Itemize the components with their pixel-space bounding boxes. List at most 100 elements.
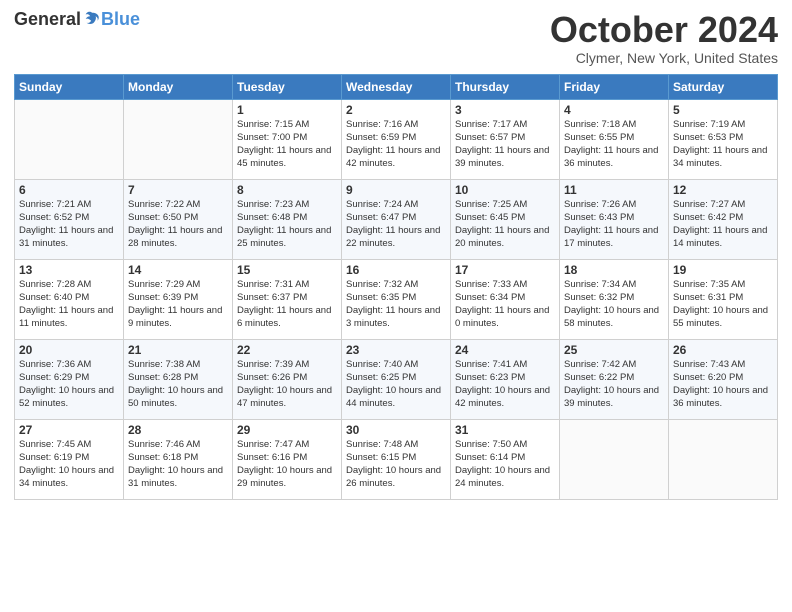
week-row-3: 13Sunrise: 7:28 AM Sunset: 6:40 PM Dayli… <box>15 259 778 339</box>
table-cell: 24Sunrise: 7:41 AM Sunset: 6:23 PM Dayli… <box>451 339 560 419</box>
day-number: 31 <box>455 423 555 437</box>
day-number: 14 <box>128 263 228 277</box>
day-info: Sunrise: 7:45 AM Sunset: 6:19 PM Dayligh… <box>19 438 119 491</box>
day-info: Sunrise: 7:26 AM Sunset: 6:43 PM Dayligh… <box>564 198 664 251</box>
logo: General Blue <box>14 10 140 28</box>
table-cell <box>124 99 233 179</box>
day-info: Sunrise: 7:36 AM Sunset: 6:29 PM Dayligh… <box>19 358 119 411</box>
day-info: Sunrise: 7:33 AM Sunset: 6:34 PM Dayligh… <box>455 278 555 331</box>
day-info: Sunrise: 7:47 AM Sunset: 6:16 PM Dayligh… <box>237 438 337 491</box>
table-cell: 10Sunrise: 7:25 AM Sunset: 6:45 PM Dayli… <box>451 179 560 259</box>
title-location: Clymer, New York, United States <box>550 50 778 66</box>
table-cell: 5Sunrise: 7:19 AM Sunset: 6:53 PM Daylig… <box>669 99 778 179</box>
table-cell: 13Sunrise: 7:28 AM Sunset: 6:40 PM Dayli… <box>15 259 124 339</box>
page-container: General Blue October 2024 Clymer, New Yo… <box>0 0 792 508</box>
day-info: Sunrise: 7:35 AM Sunset: 6:31 PM Dayligh… <box>673 278 773 331</box>
header-friday: Friday <box>560 74 669 99</box>
table-cell: 7Sunrise: 7:22 AM Sunset: 6:50 PM Daylig… <box>124 179 233 259</box>
day-info: Sunrise: 7:29 AM Sunset: 6:39 PM Dayligh… <box>128 278 228 331</box>
day-number: 12 <box>673 183 773 197</box>
day-info: Sunrise: 7:48 AM Sunset: 6:15 PM Dayligh… <box>346 438 446 491</box>
day-number: 18 <box>564 263 664 277</box>
calendar-table: Sunday Monday Tuesday Wednesday Thursday… <box>14 74 778 500</box>
table-cell <box>560 419 669 499</box>
table-cell: 22Sunrise: 7:39 AM Sunset: 6:26 PM Dayli… <box>233 339 342 419</box>
day-info: Sunrise: 7:38 AM Sunset: 6:28 PM Dayligh… <box>128 358 228 411</box>
day-number: 8 <box>237 183 337 197</box>
table-cell: 6Sunrise: 7:21 AM Sunset: 6:52 PM Daylig… <box>15 179 124 259</box>
logo-general: General <box>14 10 81 28</box>
day-number: 26 <box>673 343 773 357</box>
table-cell: 8Sunrise: 7:23 AM Sunset: 6:48 PM Daylig… <box>233 179 342 259</box>
table-cell: 20Sunrise: 7:36 AM Sunset: 6:29 PM Dayli… <box>15 339 124 419</box>
day-info: Sunrise: 7:50 AM Sunset: 6:14 PM Dayligh… <box>455 438 555 491</box>
day-info: Sunrise: 7:18 AM Sunset: 6:55 PM Dayligh… <box>564 118 664 171</box>
header: General Blue October 2024 Clymer, New Yo… <box>14 10 778 66</box>
header-wednesday: Wednesday <box>342 74 451 99</box>
week-row-1: 1Sunrise: 7:15 AM Sunset: 7:00 PM Daylig… <box>15 99 778 179</box>
day-number: 23 <box>346 343 446 357</box>
table-cell: 25Sunrise: 7:42 AM Sunset: 6:22 PM Dayli… <box>560 339 669 419</box>
day-number: 10 <box>455 183 555 197</box>
header-saturday: Saturday <box>669 74 778 99</box>
header-monday: Monday <box>124 74 233 99</box>
day-info: Sunrise: 7:28 AM Sunset: 6:40 PM Dayligh… <box>19 278 119 331</box>
day-info: Sunrise: 7:39 AM Sunset: 6:26 PM Dayligh… <box>237 358 337 411</box>
day-number: 1 <box>237 103 337 117</box>
table-cell: 30Sunrise: 7:48 AM Sunset: 6:15 PM Dayli… <box>342 419 451 499</box>
table-cell: 17Sunrise: 7:33 AM Sunset: 6:34 PM Dayli… <box>451 259 560 339</box>
day-info: Sunrise: 7:41 AM Sunset: 6:23 PM Dayligh… <box>455 358 555 411</box>
day-number: 20 <box>19 343 119 357</box>
day-number: 16 <box>346 263 446 277</box>
header-sunday: Sunday <box>15 74 124 99</box>
day-info: Sunrise: 7:22 AM Sunset: 6:50 PM Dayligh… <box>128 198 228 251</box>
day-number: 17 <box>455 263 555 277</box>
day-number: 3 <box>455 103 555 117</box>
day-number: 4 <box>564 103 664 117</box>
table-cell: 26Sunrise: 7:43 AM Sunset: 6:20 PM Dayli… <box>669 339 778 419</box>
week-row-2: 6Sunrise: 7:21 AM Sunset: 6:52 PM Daylig… <box>15 179 778 259</box>
logo-blue: Blue <box>101 10 140 28</box>
day-number: 9 <box>346 183 446 197</box>
day-info: Sunrise: 7:24 AM Sunset: 6:47 PM Dayligh… <box>346 198 446 251</box>
table-cell: 18Sunrise: 7:34 AM Sunset: 6:32 PM Dayli… <box>560 259 669 339</box>
day-info: Sunrise: 7:34 AM Sunset: 6:32 PM Dayligh… <box>564 278 664 331</box>
table-cell: 21Sunrise: 7:38 AM Sunset: 6:28 PM Dayli… <box>124 339 233 419</box>
day-number: 11 <box>564 183 664 197</box>
table-cell: 9Sunrise: 7:24 AM Sunset: 6:47 PM Daylig… <box>342 179 451 259</box>
day-number: 25 <box>564 343 664 357</box>
day-number: 30 <box>346 423 446 437</box>
day-number: 2 <box>346 103 446 117</box>
day-info: Sunrise: 7:16 AM Sunset: 6:59 PM Dayligh… <box>346 118 446 171</box>
table-cell <box>15 99 124 179</box>
day-number: 5 <box>673 103 773 117</box>
table-cell: 29Sunrise: 7:47 AM Sunset: 6:16 PM Dayli… <box>233 419 342 499</box>
table-cell <box>669 419 778 499</box>
header-thursday: Thursday <box>451 74 560 99</box>
table-cell: 19Sunrise: 7:35 AM Sunset: 6:31 PM Dayli… <box>669 259 778 339</box>
day-number: 13 <box>19 263 119 277</box>
day-info: Sunrise: 7:31 AM Sunset: 6:37 PM Dayligh… <box>237 278 337 331</box>
week-row-5: 27Sunrise: 7:45 AM Sunset: 6:19 PM Dayli… <box>15 419 778 499</box>
title-block: October 2024 Clymer, New York, United St… <box>550 10 778 66</box>
day-info: Sunrise: 7:23 AM Sunset: 6:48 PM Dayligh… <box>237 198 337 251</box>
day-number: 27 <box>19 423 119 437</box>
day-info: Sunrise: 7:15 AM Sunset: 7:00 PM Dayligh… <box>237 118 337 171</box>
day-number: 6 <box>19 183 119 197</box>
logo-text: General Blue <box>14 10 140 28</box>
header-tuesday: Tuesday <box>233 74 342 99</box>
title-month: October 2024 <box>550 10 778 50</box>
day-number: 21 <box>128 343 228 357</box>
table-cell: 15Sunrise: 7:31 AM Sunset: 6:37 PM Dayli… <box>233 259 342 339</box>
table-cell: 12Sunrise: 7:27 AM Sunset: 6:42 PM Dayli… <box>669 179 778 259</box>
day-number: 15 <box>237 263 337 277</box>
table-cell: 28Sunrise: 7:46 AM Sunset: 6:18 PM Dayli… <box>124 419 233 499</box>
day-number: 22 <box>237 343 337 357</box>
table-cell: 23Sunrise: 7:40 AM Sunset: 6:25 PM Dayli… <box>342 339 451 419</box>
day-info: Sunrise: 7:21 AM Sunset: 6:52 PM Dayligh… <box>19 198 119 251</box>
day-number: 29 <box>237 423 337 437</box>
day-number: 7 <box>128 183 228 197</box>
weekday-header-row: Sunday Monday Tuesday Wednesday Thursday… <box>15 74 778 99</box>
table-cell: 11Sunrise: 7:26 AM Sunset: 6:43 PM Dayli… <box>560 179 669 259</box>
day-info: Sunrise: 7:46 AM Sunset: 6:18 PM Dayligh… <box>128 438 228 491</box>
